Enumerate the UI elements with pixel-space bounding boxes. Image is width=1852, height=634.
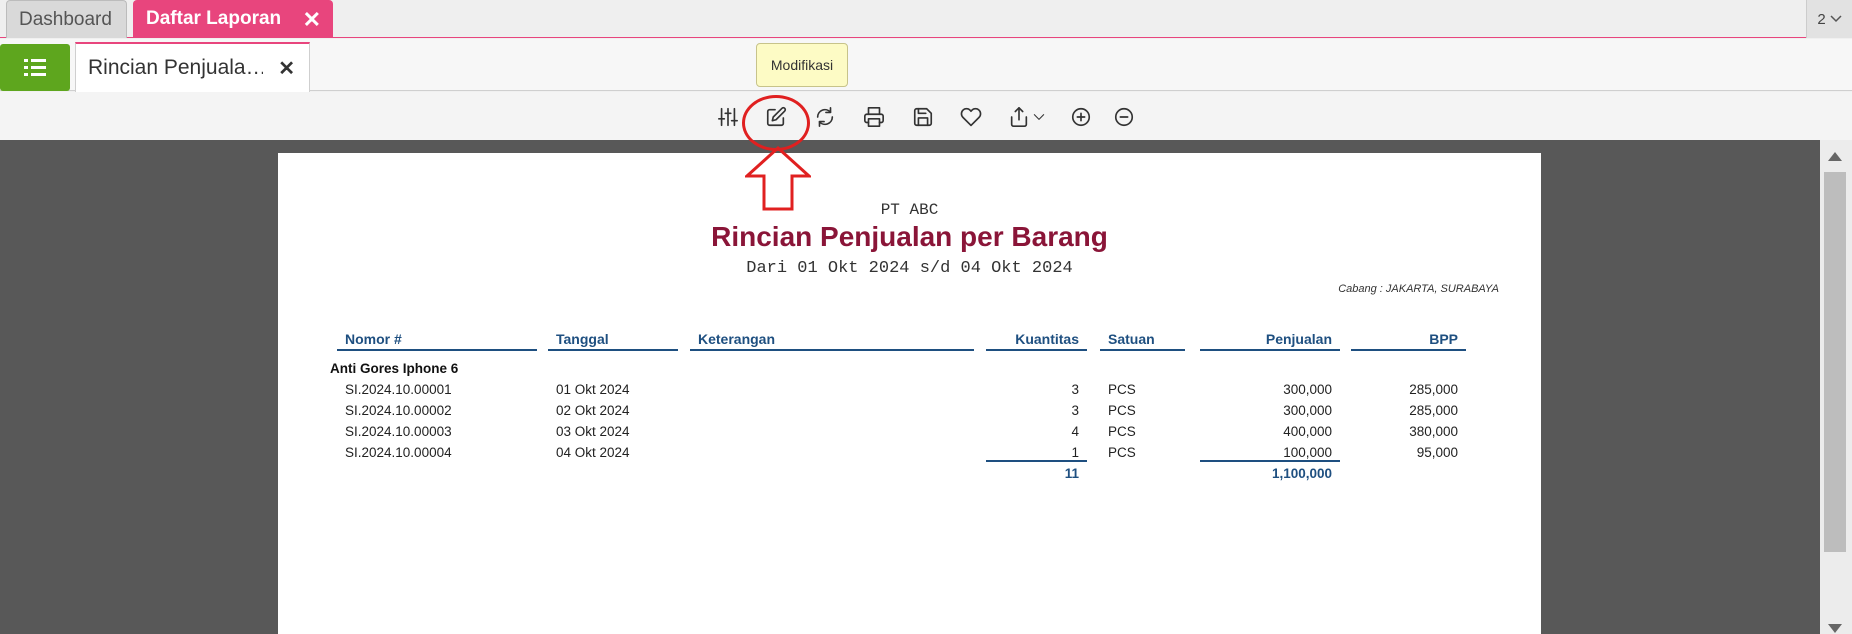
cell-satuan: PCS	[1108, 403, 1136, 418]
tab-daftar-laporan-label: Daftar Laporan	[146, 8, 282, 29]
scroll-thumb[interactable]	[1824, 172, 1846, 552]
column-header-tanggal: Tanggal	[548, 331, 678, 351]
cell-bpp: 95,000	[1416, 445, 1458, 460]
cell-kuantitas: 4	[1071, 424, 1079, 439]
total-divider	[986, 460, 1087, 462]
cell-tanggal: 04 Okt 2024	[556, 445, 630, 460]
chevron-down-icon[interactable]	[1032, 104, 1046, 130]
report-toolbar	[0, 92, 1852, 140]
tab-rincian-penjualan[interactable]: Rincian Penjuala… ✕	[75, 42, 310, 92]
tab-dashboard[interactable]: Dashboard	[6, 0, 127, 38]
column-header-kuantitas: Kuantitas	[986, 331, 1087, 351]
column-header-bpp: BPP	[1351, 331, 1466, 351]
report-period: Dari 01 Okt 2024 s/d 04 Okt 2024	[746, 259, 1073, 278]
cell-penjualan: 300,000	[1283, 382, 1332, 397]
cell-kuantitas: 1	[1071, 445, 1079, 460]
zoom-in-icon[interactable]	[1068, 104, 1094, 130]
total-kuantitas: 11	[1064, 466, 1079, 481]
vertical-scrollbar[interactable]	[1820, 140, 1852, 634]
cell-penjualan: 300,000	[1283, 403, 1332, 418]
refresh-icon[interactable]	[812, 104, 838, 130]
sliders-icon[interactable]	[715, 104, 741, 130]
column-header-satuan: Satuan	[1100, 331, 1185, 351]
zoom-out-icon[interactable]	[1111, 104, 1137, 130]
company-name: PT ABC	[880, 201, 939, 219]
cell-tanggal: 01 Okt 2024	[556, 382, 630, 397]
total-divider	[1200, 460, 1340, 462]
export-icon[interactable]	[1006, 104, 1032, 130]
cell-penjualan: 100,000	[1283, 445, 1332, 460]
cell-kuantitas: 3	[1071, 403, 1079, 418]
tooltip: Modifikasi	[756, 43, 848, 87]
annotation-circle	[742, 95, 810, 151]
menu-button[interactable]	[0, 44, 70, 91]
cell-satuan: PCS	[1108, 382, 1136, 397]
top-tab-bar: Dashboard Daftar Laporan ✕ 2	[0, 0, 1852, 38]
open-tabs-dropdown[interactable]: 2	[1806, 0, 1852, 38]
close-icon[interactable]: ✕	[278, 56, 295, 81]
close-icon[interactable]: ✕	[303, 7, 321, 33]
tab-dashboard-label: Dashboard	[19, 8, 112, 30]
cell-satuan: PCS	[1108, 445, 1136, 460]
cell-nomor: SI.2024.10.00004	[345, 445, 452, 460]
branch-label: Cabang : JAKARTA, SURABAYA	[1338, 283, 1499, 295]
cell-bpp: 285,000	[1409, 382, 1458, 397]
column-header-keterangan: Keterangan	[690, 331, 974, 351]
item-group-label: Anti Gores Iphone 6	[330, 361, 459, 376]
cell-kuantitas: 3	[1071, 382, 1079, 397]
cell-bpp: 285,000	[1409, 403, 1458, 418]
scroll-up-icon[interactable]	[1828, 152, 1842, 161]
cell-nomor: SI.2024.10.00002	[345, 403, 452, 418]
column-header-nomor: Nomor #	[337, 331, 537, 351]
report-tab-bar: Rincian Penjuala… ✕	[0, 39, 1852, 92]
cell-satuan: PCS	[1108, 424, 1136, 439]
chevron-down-icon	[1830, 15, 1842, 23]
tab-daftar-laporan[interactable]: Daftar Laporan ✕	[133, 0, 333, 38]
heart-icon[interactable]	[958, 104, 984, 130]
cell-nomor: SI.2024.10.00001	[345, 382, 452, 397]
annotation-arrow-icon	[745, 146, 811, 211]
cell-tanggal: 03 Okt 2024	[556, 424, 630, 439]
total-penjualan: 1,100,000	[1271, 466, 1332, 481]
column-header-penjualan: Penjualan	[1200, 331, 1340, 351]
report-title: Rincian Penjualan per Barang	[711, 221, 1108, 252]
open-tabs-count: 2	[1817, 10, 1826, 28]
report-tab-label: Rincian Penjuala…	[88, 56, 263, 79]
cell-bpp: 380,000	[1409, 424, 1458, 439]
list-icon	[24, 58, 46, 76]
cell-tanggal: 02 Okt 2024	[556, 403, 630, 418]
scroll-down-icon[interactable]	[1828, 624, 1842, 633]
cell-nomor: SI.2024.10.00003	[345, 424, 452, 439]
save-icon[interactable]	[910, 104, 936, 130]
report-page: PT ABC Rincian Penjualan per Barang Dari…	[278, 153, 1541, 634]
cell-penjualan: 400,000	[1283, 424, 1332, 439]
print-icon[interactable]	[861, 104, 887, 130]
